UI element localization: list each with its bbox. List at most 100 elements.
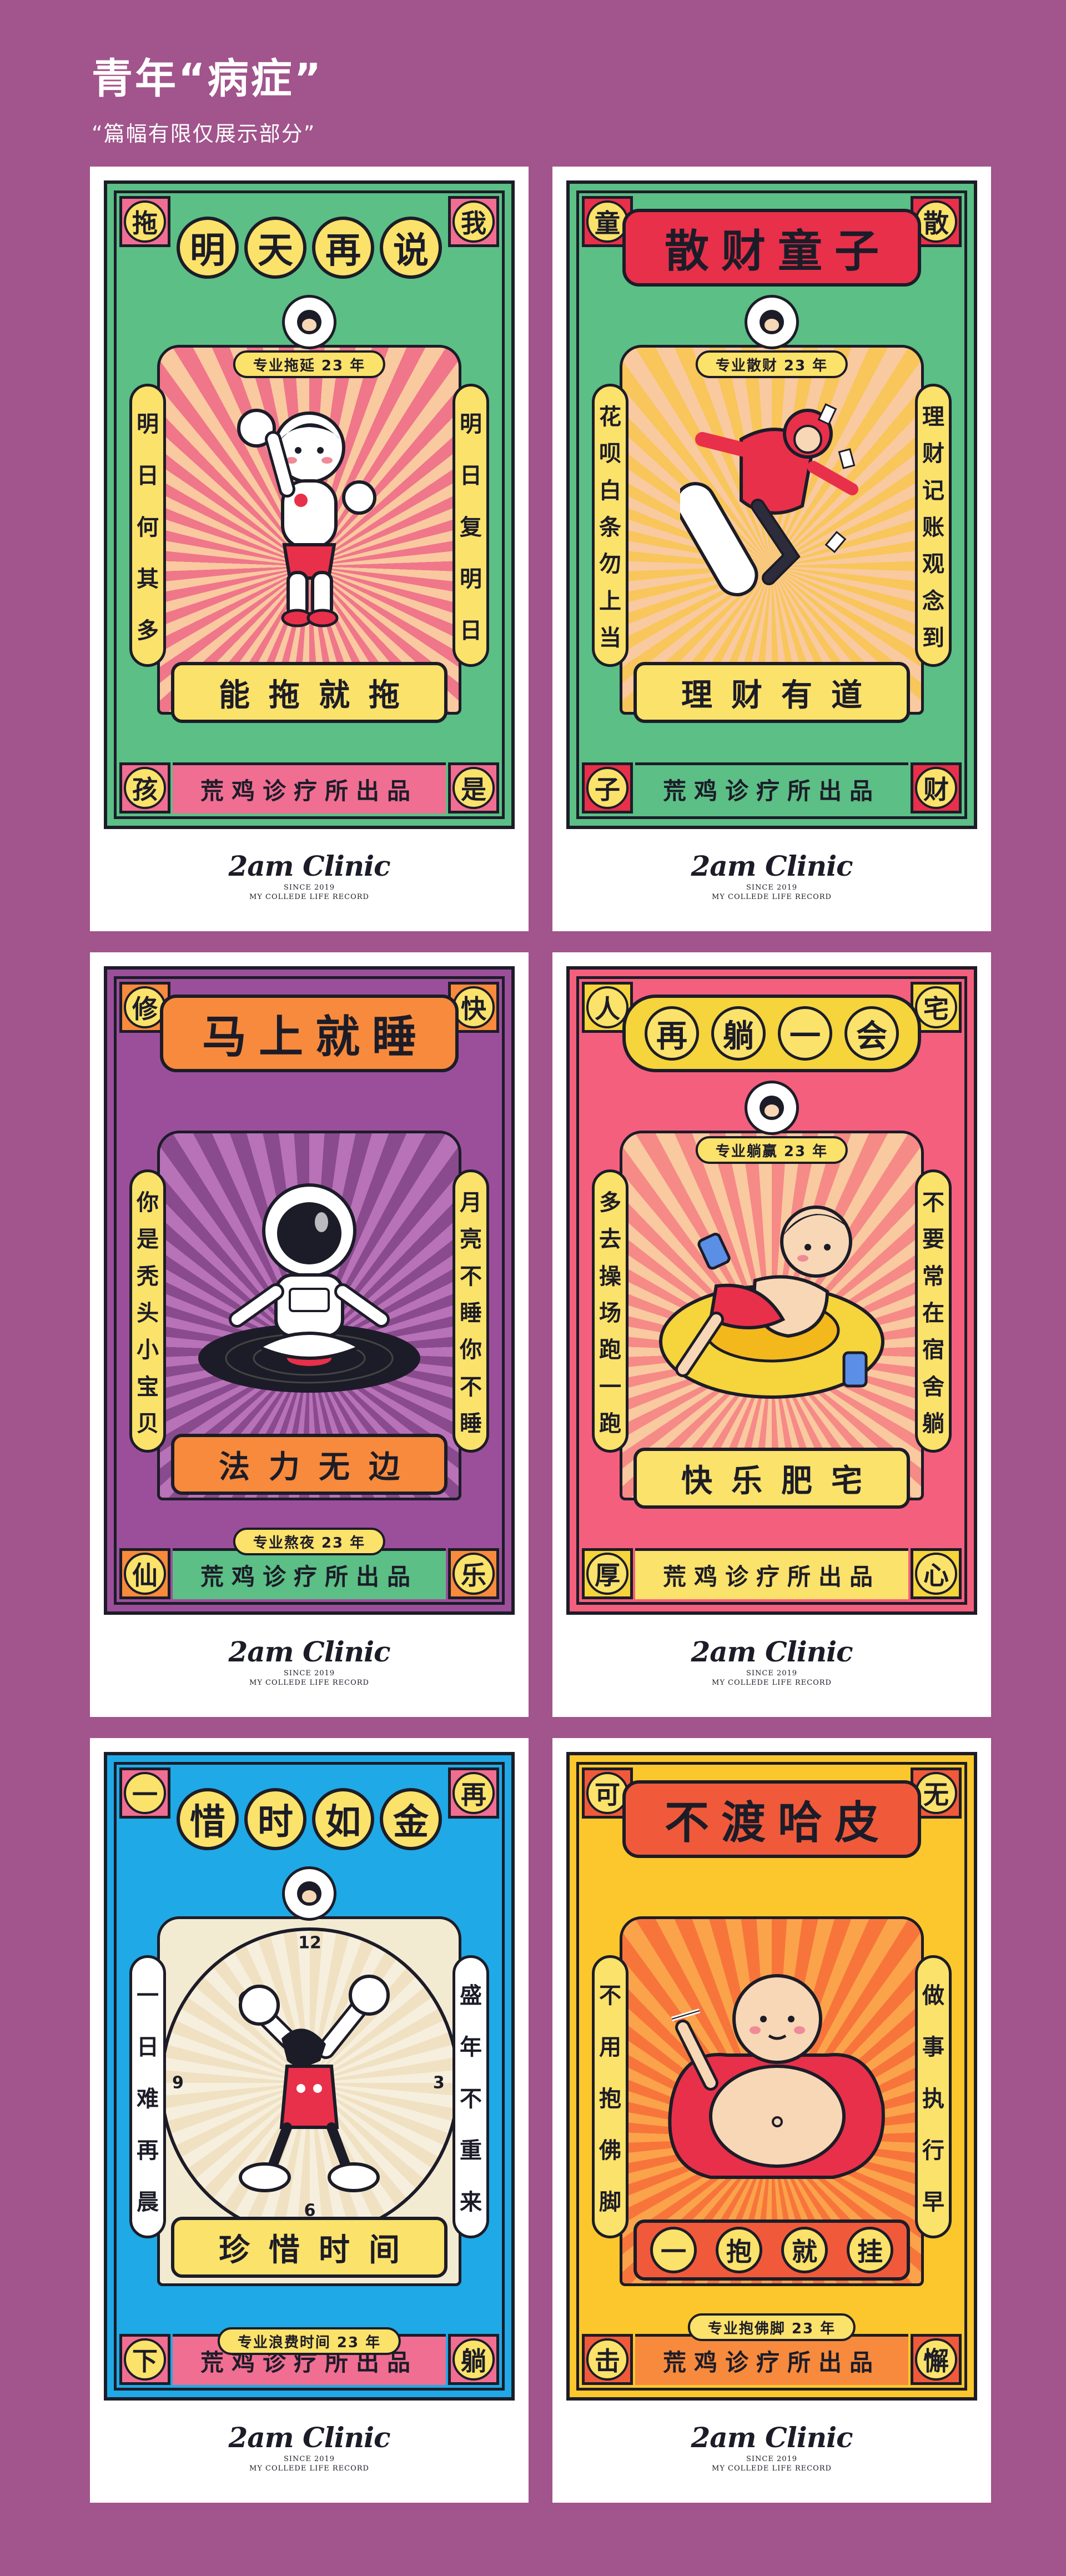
corner-char: 子 bbox=[586, 767, 628, 809]
couplet-char: 观 bbox=[922, 551, 944, 578]
couplet-char: 抱 bbox=[599, 2086, 621, 2112]
motto-char: 法 bbox=[219, 1449, 250, 1485]
corner-char: 下 bbox=[124, 2338, 166, 2381]
couplet-char: 晨 bbox=[137, 2189, 159, 2215]
couplet-char: 白 bbox=[599, 478, 621, 504]
left-couplet: 你是秃头小宝贝 bbox=[129, 1169, 166, 1453]
poster-card: 散财童子专业散财 23 年花呗白条勿上当理财记账观念到 理财有道荒鸡诊疗所出品童… bbox=[552, 167, 991, 931]
couplet-char: 在 bbox=[922, 1300, 944, 1326]
couplet-char: 多 bbox=[599, 1190, 621, 1216]
corner-char: 是 bbox=[452, 767, 495, 809]
motto-char: 珍 bbox=[219, 2232, 250, 2268]
couplet-char: 其 bbox=[137, 566, 159, 592]
motto-char: 拖 bbox=[269, 677, 300, 714]
corner-char: 击 bbox=[586, 2338, 628, 2381]
title-char: 再 bbox=[312, 217, 374, 279]
emblem-face-icon bbox=[297, 310, 321, 334]
left-couplet: 不用抱佛脚 bbox=[592, 1955, 628, 2238]
corner-seal: 一 bbox=[119, 1767, 170, 1819]
corner-char: 财 bbox=[915, 767, 957, 809]
emblem-face-icon bbox=[760, 310, 784, 334]
couplet-char: 脚 bbox=[599, 2189, 621, 2215]
clock-number: 3 bbox=[433, 2073, 445, 2093]
couplet-char: 来 bbox=[460, 2189, 482, 2215]
logo-record: MY COLLEDE LIFE RECORD bbox=[249, 1679, 369, 1687]
left-couplet: 明日何其多 bbox=[129, 384, 166, 667]
page-title: 青年“病症” bbox=[92, 55, 324, 103]
clinic-logo: 2am Clinic SINCE 2019 MY COLLEDE LIFE RECO… bbox=[552, 850, 991, 902]
logo-record: MY COLLEDE LIFE RECORD bbox=[249, 893, 369, 901]
specialty-badge: 专业抱佛脚 23 年 bbox=[687, 2313, 856, 2341]
motto-char: 就 bbox=[781, 2227, 828, 2273]
poster: 惜时如金专业浪费时间 23 年一日难再晨盛年不重来 12 3 6 9 珍惜时间荒鸡诊疗所… bbox=[104, 1752, 515, 2401]
motto-char: 有 bbox=[781, 677, 812, 714]
corner-seal: 懈 bbox=[911, 2334, 962, 2385]
corner-seal: 拖 bbox=[119, 196, 170, 247]
title-ribbon: 散财童子 bbox=[622, 209, 921, 287]
title-char: 一 bbox=[778, 1006, 832, 1061]
right-couplet: 明日复明日 bbox=[452, 384, 489, 667]
clinic-footer: 荒鸡诊疗所出品 bbox=[635, 1548, 908, 1599]
couplet-char: 念 bbox=[922, 588, 944, 614]
right-couplet: 月亮不睡你不睡 bbox=[452, 1169, 489, 1453]
title-char: 不 bbox=[665, 1797, 709, 1849]
couplet-char: 记 bbox=[922, 478, 944, 504]
logo-record: MY COLLEDE LIFE RECORD bbox=[712, 893, 832, 901]
corner-seal: 孩 bbox=[119, 762, 170, 814]
couplet-char: 一 bbox=[137, 1983, 159, 2009]
couplet-char: 花 bbox=[599, 404, 621, 430]
couplet-char: 何 bbox=[137, 514, 159, 540]
couplet-char: 条 bbox=[599, 514, 621, 540]
motto-char: 惜 bbox=[269, 2232, 300, 2268]
character-illustration bbox=[644, 1192, 899, 1416]
motto-scroll: 理财有道 bbox=[633, 662, 910, 723]
couplet-char: 执 bbox=[922, 2086, 944, 2112]
couplet-char: 不 bbox=[460, 1263, 482, 1289]
motto-char: 边 bbox=[369, 1449, 400, 1485]
corner-seal: 子 bbox=[582, 762, 633, 814]
corner-seal: 躺 bbox=[448, 2334, 499, 2385]
couplet-char: 到 bbox=[922, 625, 944, 651]
logo-since: SINCE 2019 bbox=[746, 2455, 798, 2463]
couplet-char: 要 bbox=[922, 1227, 944, 1253]
specialty-badge: 专业熬夜 23 年 bbox=[233, 1528, 386, 1555]
motto-char: 乐 bbox=[731, 1463, 762, 1499]
title-ribbon: 再躺一会 bbox=[622, 995, 921, 1072]
specialty-badge: 专业拖延 23 年 bbox=[233, 350, 386, 378]
logo-since: SINCE 2019 bbox=[283, 1669, 335, 1678]
title-char: 就 bbox=[315, 1011, 360, 1063]
title-char: 会 bbox=[844, 1006, 899, 1061]
corner-char: 人 bbox=[586, 986, 628, 1028]
title-char: 睡 bbox=[372, 1011, 416, 1063]
motto-char: 力 bbox=[269, 1449, 300, 1485]
footer-text: 荒鸡诊疗所出品 bbox=[662, 777, 881, 805]
logo-brand: 2am Clinic bbox=[691, 850, 853, 882]
poster-card: 马上就睡专业熬夜 23 年你是秃头小宝贝月亮不睡你不睡 法力无边荒鸡诊疗所出品修… bbox=[90, 952, 529, 1717]
couplet-char: 日 bbox=[460, 463, 482, 489]
motto-char: 能 bbox=[219, 677, 250, 714]
clinic-footer: 荒鸡诊疗所出品 bbox=[173, 762, 446, 814]
title-banner: 明天再说 bbox=[168, 206, 450, 289]
couplet-char: 当 bbox=[599, 625, 621, 651]
title-char: 童 bbox=[778, 225, 822, 277]
couplet-char: 用 bbox=[599, 2035, 621, 2061]
footer-text: 荒鸡诊疗所出品 bbox=[200, 777, 418, 805]
couplet-char: 你 bbox=[137, 1190, 159, 1216]
left-couplet: 多去操场跑一跑 bbox=[592, 1169, 628, 1453]
couplet-char: 亮 bbox=[460, 1227, 482, 1253]
specialty-badge: 专业躺赢 23 年 bbox=[695, 1136, 848, 1164]
clinic-footer: 荒鸡诊疗所出品 bbox=[173, 1548, 446, 1599]
title-char: 子 bbox=[834, 225, 879, 277]
title-char: 再 bbox=[645, 1006, 699, 1061]
clinic-emblem bbox=[282, 295, 336, 349]
motto-char: 拖 bbox=[369, 677, 400, 714]
poster: 不渡哈皮专业抱佛脚 23 年不用抱佛脚做事执行早 一抱就挂荒鸡诊疗所出品可无击懈 bbox=[566, 1752, 977, 2401]
corner-seal: 心 bbox=[911, 1548, 962, 1599]
motto-char: 一 bbox=[650, 2227, 697, 2273]
clinic-logo: 2am Clinic SINCE 2019 MY COLLEDE LIFE RECO… bbox=[552, 2424, 991, 2473]
poster: 散财童子专业散财 23 年花呗白条勿上当理财记账观念到 理财有道荒鸡诊疗所出品童… bbox=[566, 180, 977, 829]
motto-scroll: 珍惜时间 bbox=[171, 2217, 447, 2278]
right-couplet: 做事执行早 bbox=[915, 1955, 952, 2238]
couplet-char: 一 bbox=[599, 1374, 621, 1400]
corner-char: 无 bbox=[915, 1772, 957, 1814]
